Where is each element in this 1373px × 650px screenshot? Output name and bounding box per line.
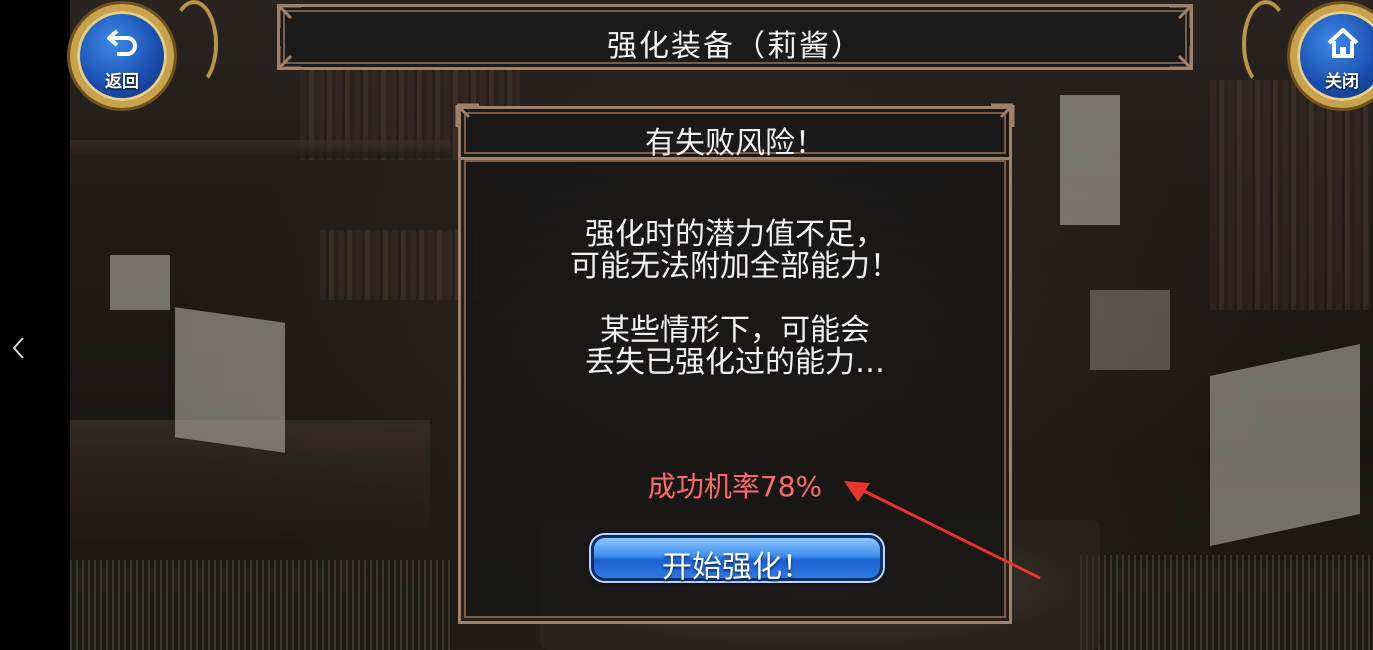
- close-button-label: 关闭: [1325, 72, 1359, 92]
- paper-canvas: [1210, 344, 1360, 546]
- wooden-beam: [70, 140, 450, 158]
- system-side-bar: [0, 0, 70, 650]
- return-arrow-icon: [107, 29, 137, 56]
- dialog-message-potential: 强化时的潜力值不足， 可能无法附加全部能力！: [461, 219, 1009, 283]
- bookshelf: [1210, 80, 1370, 310]
- message-line: 可能无法附加全部能力！: [570, 249, 900, 284]
- dialog-message-loss: 某些情形下，可能会 丢失已强化过的能力…: [461, 315, 1009, 379]
- annotation-arrow-icon: [844, 481, 1041, 580]
- chevron-left-icon[interactable]: [8, 334, 30, 362]
- title-bar: 强化装备（莉酱）: [277, 4, 1193, 70]
- dialog-title: 有失败风险！: [645, 126, 825, 161]
- gold-ornament: [1242, 0, 1290, 88]
- paper-canvas: [175, 307, 285, 453]
- dialog-header: 有失败风险！: [455, 103, 1015, 161]
- back-button-label: 返回: [105, 72, 139, 92]
- paper-sheet: [110, 255, 170, 310]
- start-enhance-button-label: 开始强化！: [662, 550, 812, 585]
- floor-grate: [1080, 555, 1373, 650]
- back-button[interactable]: 返回: [70, 4, 174, 108]
- easel-painting: [1090, 290, 1170, 370]
- message-line: 丢失已强化过的能力…: [585, 345, 885, 380]
- gold-ornament: [170, 0, 218, 88]
- hanging-cloth: [1060, 95, 1120, 225]
- floor-grate: [70, 560, 450, 650]
- page-title: 强化装备（莉酱）: [607, 29, 863, 64]
- home-icon: [1327, 28, 1359, 58]
- message-line: 强化时的潜力值不足，: [585, 217, 885, 252]
- message-line: 某些情形下，可能会: [600, 313, 870, 348]
